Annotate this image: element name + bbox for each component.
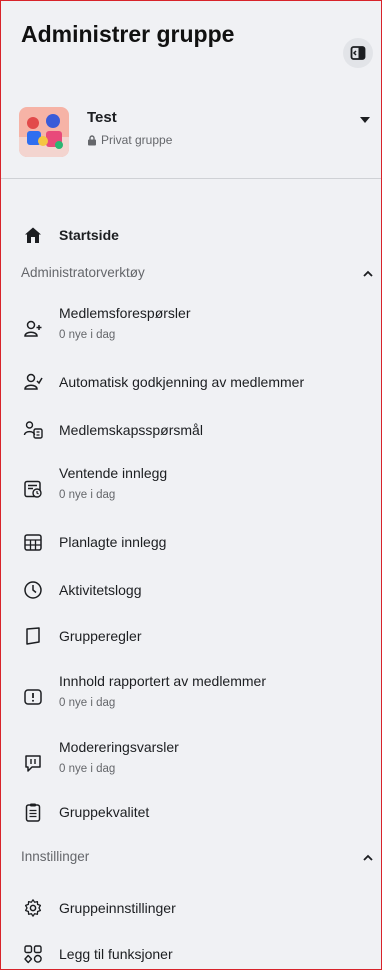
nav-item-pending-posts[interactable]: Ventende innlegg 0 nye i dag xyxy=(19,463,375,507)
gear-icon xyxy=(23,898,43,918)
nav-item-subtext: 0 nye i dag xyxy=(59,763,116,775)
clock-icon xyxy=(23,580,43,600)
nav-item-label: Grupperegler xyxy=(59,628,142,644)
nav-item-auto-approve[interactable]: Automatisk godkjenning av medlemmer xyxy=(19,371,375,395)
nav-item-label: Gruppekvalitet xyxy=(59,804,150,820)
nav-item-subtext: 0 nye i dag xyxy=(59,697,116,709)
nav-item-label: Legg til funksjoner xyxy=(59,946,173,962)
nav-item-label: Aktivitetslogg xyxy=(59,582,142,598)
nav-item-label: Innhold rapportert av medlemmer xyxy=(59,673,266,689)
section-header-settings[interactable]: Innstillinger xyxy=(21,849,373,869)
auto-approve-icon xyxy=(23,372,43,392)
nav-item-reported-content[interactable]: Innhold rapportert av medlemmer 0 nye i … xyxy=(19,671,375,715)
clipboard-icon xyxy=(23,802,43,822)
reported-content-icon xyxy=(23,687,43,707)
scheduled-posts-icon xyxy=(23,532,43,552)
membership-questions-icon xyxy=(23,420,43,440)
nav-item-group-rules[interactable]: Grupperegler xyxy=(19,625,375,649)
group-privacy: Privat gruppe xyxy=(87,133,172,147)
page-title: Administrer gruppe xyxy=(21,21,235,47)
nav-item-group-settings[interactable]: Gruppeinnstillinger xyxy=(19,897,375,921)
nav-item-label: Modereringsvarsler xyxy=(59,739,179,755)
admin-sidebar: Administrer gruppe Test Privat gruppe St… xyxy=(0,0,382,970)
group-privacy-label: Privat gruppe xyxy=(101,133,173,147)
nav-item-label: Startside xyxy=(59,227,119,243)
nav-item-activity-log[interactable]: Aktivitetslogg xyxy=(19,579,375,603)
group-name: Test xyxy=(87,109,117,126)
add-features-icon xyxy=(23,944,43,964)
nav-item-label: Automatisk godkjenning av medlemmer xyxy=(59,374,305,390)
nav-item-label: Gruppeinnstillinger xyxy=(59,900,176,916)
nav-item-membership-questions[interactable]: Medlemskapsspørsmål xyxy=(19,419,375,443)
section-header-admin-tools[interactable]: Administratorverktøy xyxy=(21,265,373,285)
group-switcher[interactable]: Test Privat gruppe xyxy=(19,103,379,159)
nav-item-label: Medlemskapsspørsmål xyxy=(59,422,203,438)
nav-item-home[interactable]: Startside xyxy=(19,223,375,249)
nav-item-scheduled-posts[interactable]: Planlagte innlegg xyxy=(19,531,375,555)
nav-item-subtext: 0 nye i dag xyxy=(59,489,116,501)
chevron-up-icon xyxy=(361,267,375,281)
nav-item-label: Ventende innlegg xyxy=(59,465,168,481)
home-icon xyxy=(23,225,43,245)
nav-item-member-requests[interactable]: Medlemsforespørsler 0 nye i dag xyxy=(19,303,375,347)
collapse-sidebar-button[interactable] xyxy=(343,38,373,68)
lock-icon xyxy=(87,134,97,146)
nav-item-group-quality[interactable]: Gruppekvalitet xyxy=(19,801,375,825)
chevron-up-icon xyxy=(361,851,375,865)
nav-item-add-features[interactable]: Legg til funksjoner xyxy=(19,943,375,967)
nav-item-label: Planlagte innlegg xyxy=(59,534,167,550)
nav-item-moderation-alerts[interactable]: Modereringsvarsler 0 nye i dag xyxy=(19,737,375,781)
group-avatar xyxy=(19,107,69,157)
collapse-sidebar-icon xyxy=(350,45,366,61)
nav-item-label: Medlemsforespørsler xyxy=(59,305,191,321)
pending-posts-icon xyxy=(23,479,43,499)
nav-item-subtext: 0 nye i dag xyxy=(59,329,116,341)
section-title: Innstillinger xyxy=(21,849,90,864)
group-rules-icon xyxy=(23,626,43,646)
moderation-alerts-icon xyxy=(23,753,43,773)
member-requests-icon xyxy=(23,319,43,339)
caret-down-icon xyxy=(358,113,372,127)
section-title: Administratorverktøy xyxy=(21,265,145,280)
divider xyxy=(1,178,381,179)
